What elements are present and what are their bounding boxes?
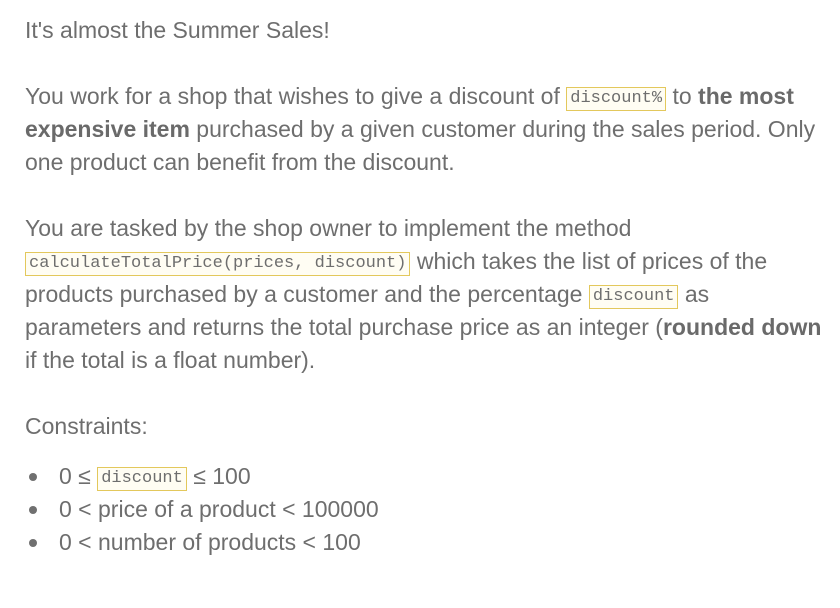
discount-paragraph-text-2: to bbox=[666, 83, 699, 109]
method-paragraph-text-4: if the total is a float number). bbox=[25, 347, 316, 373]
problem-statement: It's almost the Summer Sales! You work f… bbox=[25, 14, 825, 559]
discount-param-code: discount bbox=[588, 285, 679, 309]
rounded-down-emphasis: rounded down bbox=[662, 314, 822, 340]
method-signature-code: calculateTotalPrice(prices, discount) bbox=[25, 252, 411, 276]
constraint-text: 0 < price of a product < 100000 bbox=[59, 496, 379, 522]
method-paragraph-text-1: You are tasked by the shop owner to impl… bbox=[25, 215, 632, 241]
bullet-icon bbox=[29, 473, 37, 481]
intro-heading: It's almost the Summer Sales! bbox=[25, 17, 330, 43]
constraints-heading: Constraints: bbox=[25, 413, 148, 439]
bullet-icon bbox=[29, 506, 37, 514]
constraints-list: 0 ≤ discount ≤ 100 0 < price of a produc… bbox=[25, 460, 825, 559]
constraint-text: ≤ 100 bbox=[186, 463, 251, 489]
constraint-item-price: 0 < price of a product < 100000 bbox=[25, 493, 825, 526]
constraint-text: 0 < number of products < 100 bbox=[59, 529, 361, 555]
discount-percent-code: discount% bbox=[566, 87, 667, 111]
discount-paragraph-text-1: You work for a shop that wishes to give … bbox=[25, 83, 567, 109]
bullet-icon bbox=[29, 539, 37, 547]
constraint-item-discount: 0 ≤ discount ≤ 100 bbox=[25, 460, 825, 493]
constraint-item-count: 0 < number of products < 100 bbox=[25, 526, 825, 559]
discount-constraint-code: discount bbox=[97, 467, 187, 491]
constraint-text: 0 ≤ bbox=[59, 463, 98, 489]
discount-paragraph: You work for a shop that wishes to give … bbox=[25, 80, 825, 179]
method-paragraph: You are tasked by the shop owner to impl… bbox=[25, 212, 825, 377]
